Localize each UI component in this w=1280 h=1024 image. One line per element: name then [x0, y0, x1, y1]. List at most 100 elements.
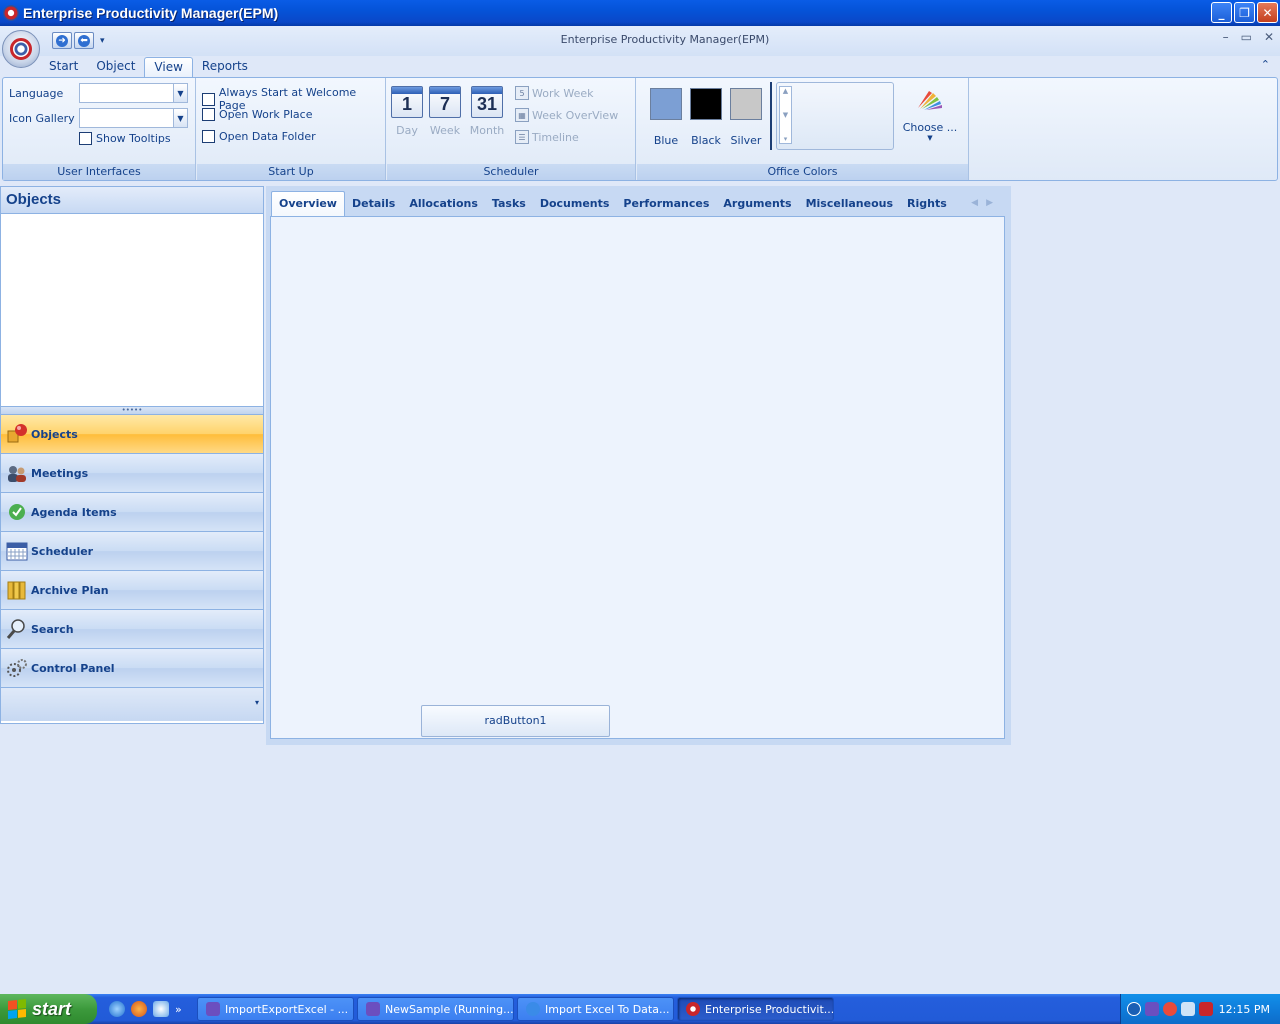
application-menu-button[interactable] [2, 30, 40, 68]
color-blue-button[interactable]: Blue [649, 88, 683, 147]
arrow-right-icon[interactable]: ▶ [986, 198, 1001, 208]
epm-icon [686, 1002, 700, 1016]
minimize-button[interactable]: _ [1211, 2, 1232, 23]
window-title-bar[interactable]: Enterprise Productivity Manager(EPM) _ ❐… [0, 0, 1280, 26]
choose-label: Choose ... [902, 121, 958, 134]
group-scheduler: 1 Day 7 Week 31 Month 5 Work Week ▦ Week… [387, 78, 636, 180]
nav-options-icon[interactable]: ▾ [255, 698, 259, 707]
scroll-down-icon[interactable]: ▼ [783, 111, 788, 119]
maximize-button[interactable]: ❐ [1234, 2, 1255, 23]
ribbon-collapse-icon[interactable]: ⌃ [1261, 58, 1270, 71]
chevron-down-icon[interactable]: ▼ [173, 84, 187, 102]
nav-item-meetings[interactable]: Meetings [1, 453, 263, 492]
language-combo[interactable]: ▼ [79, 83, 188, 103]
color-silver-button[interactable]: Silver [729, 88, 763, 147]
work-week-label: Work Week [532, 86, 594, 100]
week-view-button[interactable]: 7 Week [427, 86, 463, 137]
icon-gallery-combo[interactable]: ▼ [79, 108, 188, 128]
nav-item-objects[interactable]: Objects [1, 414, 263, 453]
icon-gallery-label: Icon Gallery [9, 111, 75, 125]
window-title: Enterprise Productivity Manager(EPM) [23, 5, 279, 21]
firefox-icon[interactable] [131, 1001, 147, 1017]
tab-miscellaneous[interactable]: Miscellaneous [799, 193, 900, 217]
tab-documents[interactable]: Documents [533, 193, 617, 217]
tab-view[interactable]: View [144, 57, 193, 77]
taskbar-item-active[interactable]: Enterprise Productivit... [677, 997, 834, 1021]
app-icon[interactable] [3, 5, 19, 21]
group-label: Start Up [197, 164, 385, 180]
app-caption: Enterprise Productivity Manager(EPM) [560, 33, 770, 46]
tab-performances[interactable]: Performances [616, 193, 716, 217]
nav-item-label: Archive Plan [31, 583, 109, 597]
arrow-left-icon[interactable]: ◀ [971, 198, 986, 208]
open-data-folder-checkbox[interactable] [202, 130, 215, 143]
week-overview-icon: ▦ [515, 108, 529, 122]
tab-allocations[interactable]: Allocations [402, 193, 485, 217]
ie-icon[interactable] [109, 1001, 125, 1017]
group-office-colors: Blue Black Silver ▲ ▼ ▾ Choose ... ▼ Off… [637, 78, 969, 180]
ie-icon [526, 1002, 540, 1016]
ribbon-tabs: Start Object View Reports [40, 57, 257, 77]
visual-studio-icon [206, 1002, 220, 1016]
timeline-button[interactable]: ☰ Timeline [515, 130, 579, 144]
meetings-icon [8, 466, 26, 482]
color-gallery[interactable]: ▲ ▼ ▾ [776, 82, 894, 150]
gallery-scrollbar[interactable]: ▲ ▼ ▾ [779, 86, 792, 144]
inner-close-button[interactable]: ✕ [1264, 30, 1274, 44]
quick-launch-more[interactable]: » [175, 1003, 182, 1016]
nav-item-control-panel[interactable]: Control Panel [1, 648, 263, 687]
nav-item-archive-plan[interactable]: Archive Plan [1, 570, 263, 609]
rad-button[interactable]: radButton1 [421, 705, 610, 737]
nav-item-label: Meetings [31, 466, 89, 480]
clock[interactable]: 12:15 PM [1219, 1003, 1270, 1016]
color-palette-icon [918, 91, 942, 110]
show-tooltips-label: Show Tooltips [96, 132, 171, 145]
week-overview-button[interactable]: ▦ Week OverView [515, 108, 618, 122]
chevron-down-icon[interactable]: ▼ [173, 109, 187, 127]
month-view-button[interactable]: 31 Month [469, 86, 505, 137]
tab-scroll-arrows[interactable]: ◀▶ [971, 198, 1001, 208]
open-work-place-label: Open Work Place [219, 108, 313, 121]
system-tray: 12:15 PM [1120, 994, 1280, 1024]
work-week-button[interactable]: 5 Work Week [515, 86, 594, 100]
quick-launch: » [109, 1001, 197, 1017]
tray-shield-icon[interactable] [1163, 1002, 1177, 1016]
inner-maximize-button[interactable]: ▭ [1241, 30, 1252, 44]
taskbar: start » ImportExportExcel - ... NewSampl… [0, 994, 1280, 1024]
calendar-week-icon: 7 [429, 86, 461, 118]
scroll-up-icon[interactable]: ▲ [783, 87, 788, 95]
taskbar-item[interactable]: ImportExportExcel - ... [197, 997, 354, 1021]
nav-item-label: Scheduler [31, 544, 94, 558]
nav-item-search[interactable]: Search [1, 609, 263, 648]
inner-minimize-button[interactable]: – [1223, 30, 1229, 44]
tray-app-icon[interactable] [1145, 1002, 1159, 1016]
network-icon[interactable] [1181, 1002, 1195, 1016]
show-tooltips-checkbox[interactable] [79, 132, 92, 145]
black-swatch [690, 88, 722, 120]
taskbar-item[interactable]: NewSample (Running... [357, 997, 514, 1021]
tab-overview[interactable]: Overview [271, 191, 345, 217]
day-view-button[interactable]: 1 Day [389, 86, 425, 137]
browser-icon[interactable] [153, 1001, 169, 1017]
always-start-checkbox[interactable] [202, 92, 215, 106]
tab-arguments[interactable]: Arguments [716, 193, 798, 217]
tab-reports[interactable]: Reports [193, 57, 257, 77]
nav-item-scheduler[interactable]: Scheduler [1, 531, 263, 570]
gallery-more-icon[interactable]: ▾ [784, 135, 788, 143]
tray-expand-icon[interactable] [1127, 1002, 1141, 1016]
tab-details[interactable]: Details [345, 193, 402, 217]
nav-splitter[interactable]: ••••• [1, 406, 263, 414]
tab-tasks[interactable]: Tasks [485, 193, 533, 217]
tray-alert-icon[interactable] [1199, 1002, 1213, 1016]
taskbar-item[interactable]: Import Excel To Data... [517, 997, 674, 1021]
start-button[interactable]: start [0, 994, 97, 1024]
tab-start[interactable]: Start [40, 57, 87, 77]
tab-rights[interactable]: Rights [900, 193, 954, 217]
choose-color-button[interactable]: Choose ... ▼ [902, 88, 958, 142]
tab-object[interactable]: Object [87, 57, 144, 77]
calendar-day-icon: 1 [391, 86, 423, 118]
close-button[interactable]: ✕ [1257, 2, 1278, 23]
open-work-place-checkbox[interactable] [202, 108, 215, 121]
color-black-button[interactable]: Black [689, 88, 723, 147]
nav-item-agenda-items[interactable]: Agenda Items [1, 492, 263, 531]
